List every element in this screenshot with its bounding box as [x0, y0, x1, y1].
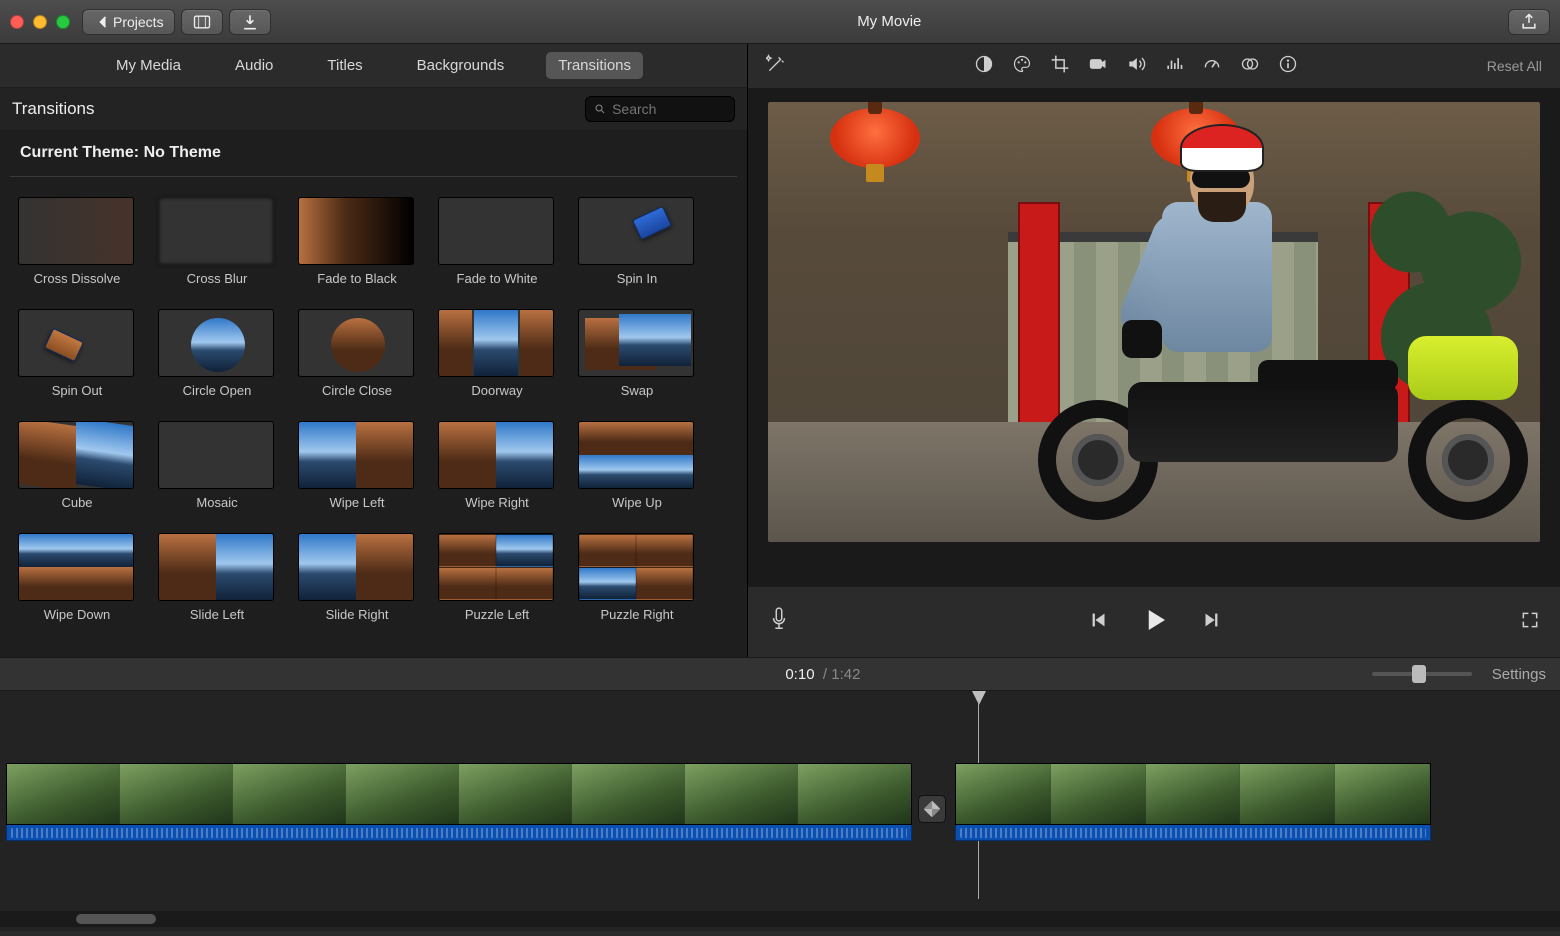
titlebar: Projects My Movie — [0, 0, 1560, 44]
tab-titles[interactable]: Titles — [315, 52, 374, 79]
window-title: My Movie — [271, 13, 1508, 30]
play-button[interactable] — [1140, 605, 1170, 640]
clip-1[interactable] — [6, 763, 912, 841]
crop-icon — [1050, 54, 1070, 74]
expand-icon — [1520, 610, 1540, 630]
theme-label: Current Theme: No Theme — [0, 130, 747, 172]
transition-cross-dissolve[interactable]: Cross Dissolve — [18, 197, 136, 295]
minimize-window-button[interactable] — [33, 15, 47, 29]
stabilization-button[interactable] — [1088, 54, 1108, 79]
volume-button[interactable] — [1126, 54, 1146, 79]
transition-slide-right[interactable]: Slide Right — [298, 533, 416, 631]
divider — [10, 176, 737, 177]
time-readout: 0:10 / 1:42 — [785, 666, 860, 683]
preview-area — [748, 88, 1560, 587]
share-icon — [1519, 12, 1539, 32]
prev-clip-button[interactable] — [1088, 609, 1110, 636]
transitions-grid: Cross Dissolve Cross Blur Fade to Black … — [0, 187, 747, 641]
search-field[interactable] — [585, 96, 735, 122]
color-correction-button[interactable] — [1012, 54, 1032, 79]
fullscreen-button[interactable] — [1520, 610, 1540, 635]
play-icon — [1140, 605, 1170, 635]
transition-fade-to-white[interactable]: Fade to White — [438, 197, 556, 295]
transition-circle-open[interactable]: Circle Open — [158, 309, 276, 407]
projects-label: Projects — [113, 14, 164, 30]
transition-fade-to-black[interactable]: Fade to Black — [298, 197, 416, 295]
scrollbar-thumb[interactable] — [76, 914, 156, 924]
speaker-icon — [1126, 54, 1146, 74]
enhance-button[interactable] — [766, 54, 786, 79]
download-icon — [240, 12, 260, 32]
tab-backgrounds[interactable]: Backgrounds — [405, 52, 517, 79]
transition-wipe-down[interactable]: Wipe Down — [18, 533, 136, 631]
window-controls — [10, 15, 70, 29]
timeline-settings-button[interactable]: Settings — [1492, 666, 1546, 683]
clip-2[interactable] — [955, 763, 1431, 841]
equalizer-icon — [1164, 54, 1184, 74]
share-button[interactable] — [1508, 9, 1550, 35]
transition-wipe-up[interactable]: Wipe Up — [578, 421, 696, 519]
preview-frame[interactable] — [768, 102, 1540, 542]
transition-wipe-right[interactable]: Wipe Right — [438, 421, 556, 519]
transition-circle-close[interactable]: Circle Close — [298, 309, 416, 407]
search-input[interactable] — [612, 101, 726, 117]
zoom-handle[interactable] — [1412, 665, 1426, 683]
browser-tabs: My Media Audio Titles Backgrounds Transi… — [0, 44, 747, 88]
transition-puzzle-right[interactable]: Puzzle Right — [578, 533, 696, 631]
palette-icon — [1012, 54, 1032, 74]
transition-puzzle-left[interactable]: Puzzle Left — [438, 533, 556, 631]
overlap-circles-icon — [1240, 54, 1260, 74]
info-button[interactable] — [1278, 54, 1298, 79]
transition-cube[interactable]: Cube — [18, 421, 136, 519]
search-icon — [594, 102, 606, 116]
import-button[interactable] — [229, 9, 271, 35]
contrast-icon — [974, 54, 994, 74]
next-clip-button[interactable] — [1200, 609, 1222, 636]
close-window-button[interactable] — [10, 15, 24, 29]
transition-doorway[interactable]: Doorway — [438, 309, 556, 407]
chevron-left-icon — [93, 12, 113, 32]
browser-title: Transitions — [12, 99, 95, 119]
reset-all-button[interactable]: Reset All — [1487, 58, 1542, 74]
transition-wipe-left[interactable]: Wipe Left — [298, 421, 416, 519]
color-balance-button[interactable] — [974, 54, 994, 79]
transport-bar — [748, 587, 1560, 657]
projects-back-button[interactable]: Projects — [82, 9, 175, 35]
transition-spin-out[interactable]: Spin Out — [18, 309, 136, 407]
transition-spin-in[interactable]: Spin In — [578, 197, 696, 295]
transition-marker[interactable] — [918, 795, 946, 823]
microphone-icon — [768, 606, 790, 634]
speed-button[interactable] — [1202, 54, 1222, 79]
timeline[interactable] — [0, 691, 1560, 931]
filmstrip-icon — [192, 12, 212, 32]
transition-cross-blur[interactable]: Cross Blur — [158, 197, 276, 295]
transition-mosaic[interactable]: Mosaic — [158, 421, 276, 519]
clip-filter-button[interactable] — [1240, 54, 1260, 79]
viewer-toolbar: Reset All — [748, 44, 1560, 88]
skip-back-icon — [1088, 609, 1110, 631]
browser-panel: My Media Audio Titles Backgrounds Transi… — [0, 44, 748, 657]
horizontal-scrollbar[interactable] — [0, 911, 1560, 927]
library-toggle-button[interactable] — [181, 9, 223, 35]
tab-audio[interactable]: Audio — [223, 52, 285, 79]
tab-transitions[interactable]: Transitions — [546, 52, 643, 79]
transition-swap[interactable]: Swap — [578, 309, 696, 407]
browser-header: Transitions — [0, 88, 747, 130]
voiceover-button[interactable] — [768, 606, 790, 639]
tab-my-media[interactable]: My Media — [104, 52, 193, 79]
magic-wand-icon — [766, 54, 786, 74]
fullscreen-window-button[interactable] — [56, 15, 70, 29]
speedometer-icon — [1202, 54, 1222, 74]
info-icon — [1278, 54, 1298, 74]
noise-reduction-button[interactable] — [1164, 54, 1184, 79]
camera-icon — [1088, 54, 1108, 74]
zoom-slider[interactable] — [1372, 672, 1472, 676]
viewer-panel: Reset All — [748, 44, 1560, 657]
crop-button[interactable] — [1050, 54, 1070, 79]
playhead-marker[interactable] — [972, 691, 986, 705]
skip-forward-icon — [1200, 609, 1222, 631]
transition-slide-left[interactable]: Slide Left — [158, 533, 276, 631]
time-bar: 0:10 / 1:42 Settings — [0, 657, 1560, 691]
